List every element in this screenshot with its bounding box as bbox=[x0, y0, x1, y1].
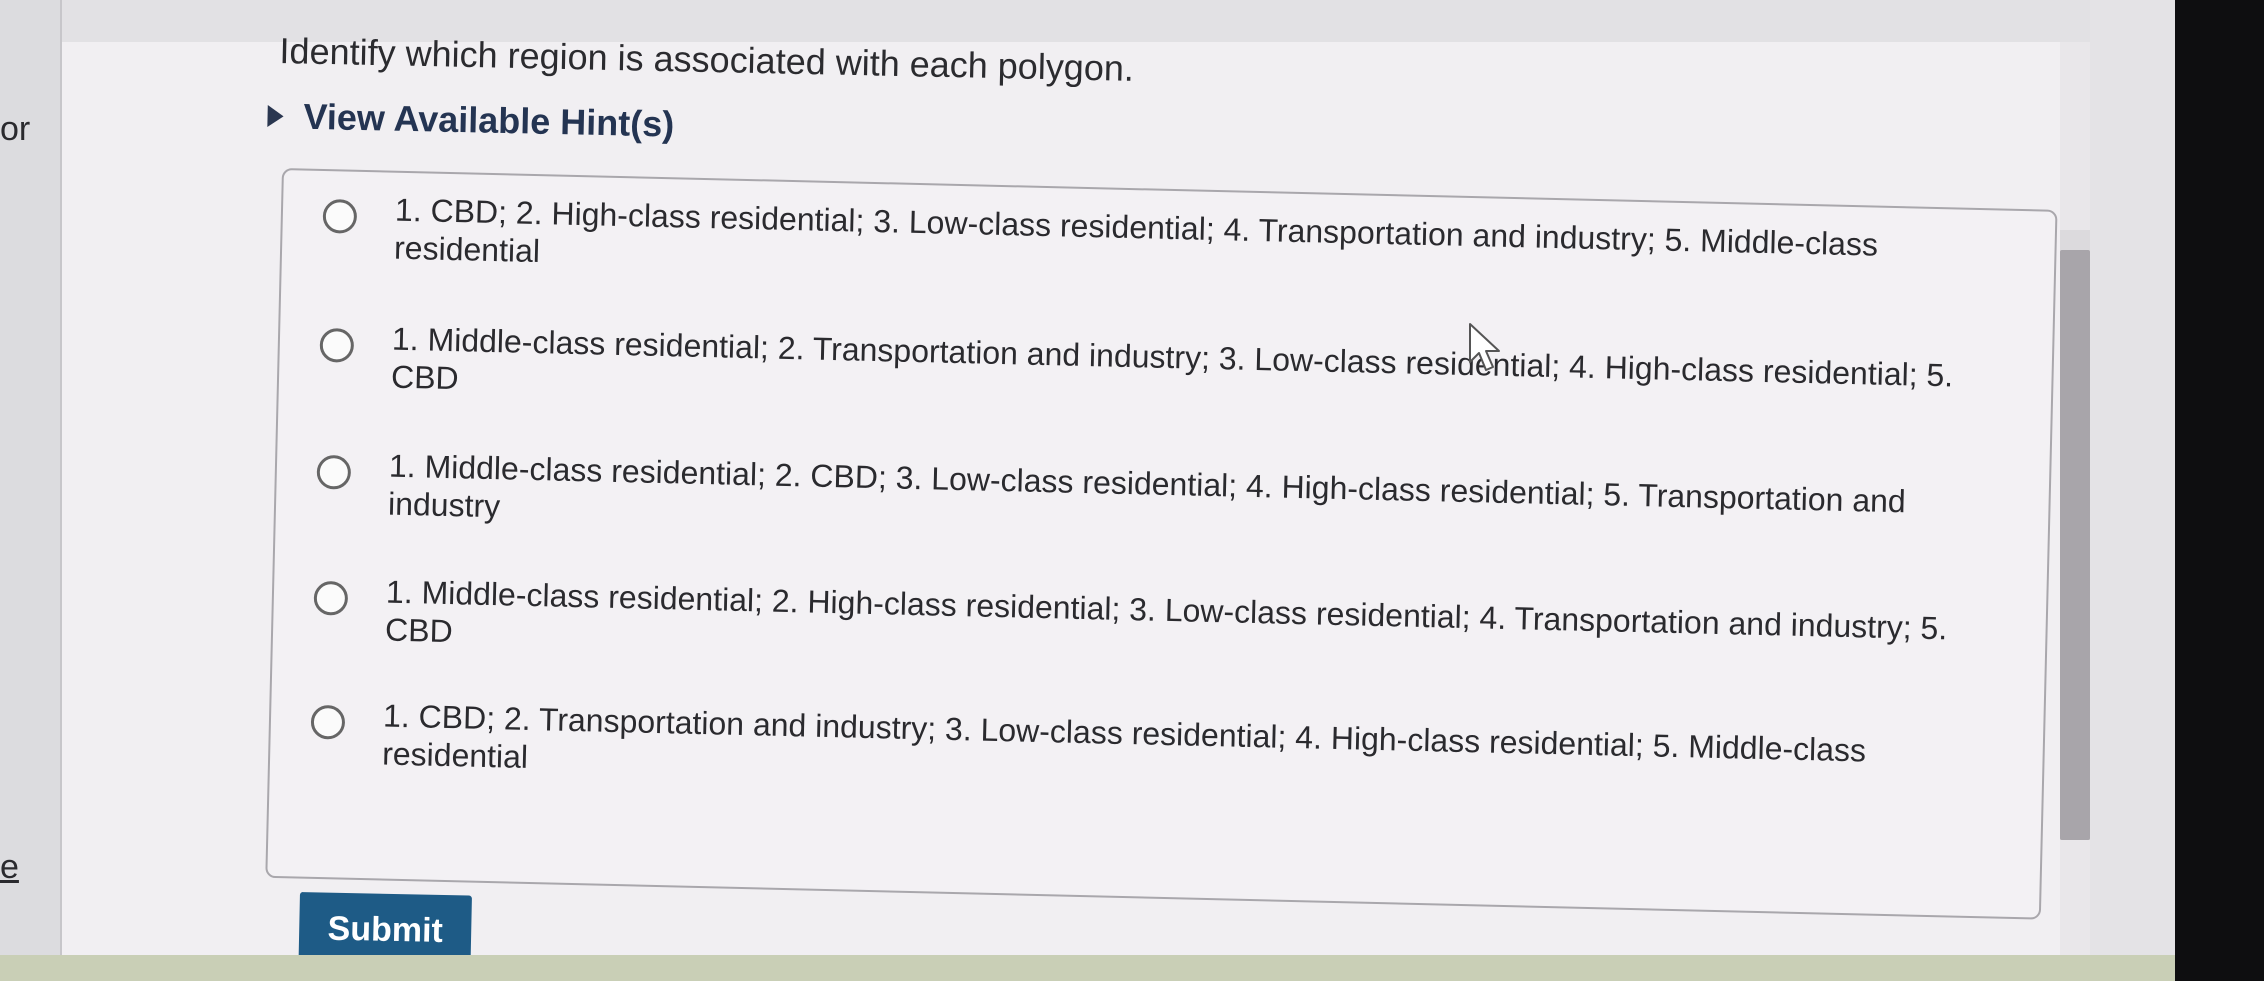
answer-choices: 1. CBD; 2. High-class residential; 3. Lo… bbox=[265, 168, 2058, 920]
option-label: 1. Middle-class residential; 2. Transpor… bbox=[390, 320, 1954, 397]
answer-option-4[interactable]: 1. Middle-class residential; 2. High-cla… bbox=[313, 571, 1974, 686]
radio-button[interactable] bbox=[322, 198, 358, 234]
hint-label: View Available Hint(s) bbox=[303, 95, 675, 145]
option-label: 1. CBD; 2. Transportation and industry; … bbox=[381, 697, 1867, 775]
monitor-bezel bbox=[2175, 0, 2264, 981]
sidebar-text-fragment: or bbox=[0, 110, 31, 148]
caret-right-icon bbox=[267, 104, 284, 128]
scrollbar-thumb[interactable] bbox=[2060, 250, 2090, 840]
bottom-strip bbox=[0, 955, 2175, 981]
sidebar-link-fragment[interactable]: e bbox=[0, 848, 19, 887]
radio-button[interactable] bbox=[316, 454, 352, 490]
radio-button[interactable] bbox=[319, 327, 355, 363]
radio-button[interactable] bbox=[313, 580, 349, 616]
answer-option-1[interactable]: 1. CBD; 2. High-class residential; 3. Lo… bbox=[322, 189, 1983, 304]
screen: or e Identify which region is associated… bbox=[0, 0, 2264, 981]
view-hints-toggle[interactable]: View Available Hint(s) bbox=[267, 95, 675, 146]
radio-button[interactable] bbox=[310, 704, 346, 740]
option-label: 1. Middle-class residential; 2. High-cla… bbox=[384, 573, 1948, 650]
answer-option-2[interactable]: 1. Middle-class residential; 2. Transpor… bbox=[319, 318, 1980, 433]
right-margin bbox=[2090, 0, 2175, 981]
answer-option-3[interactable]: 1. Middle-class residential; 2. CBD; 3. … bbox=[316, 445, 1977, 560]
option-label: 1. Middle-class residential; 2. CBD; 3. … bbox=[387, 447, 1907, 525]
left-sidebar: or e bbox=[0, 0, 62, 960]
answer-option-5[interactable]: 1. CBD; 2. Transportation and industry; … bbox=[310, 695, 1971, 810]
mouse-pointer-icon bbox=[1469, 323, 1500, 371]
option-label: 1. CBD; 2. High-class residential; 3. Lo… bbox=[393, 191, 1879, 270]
